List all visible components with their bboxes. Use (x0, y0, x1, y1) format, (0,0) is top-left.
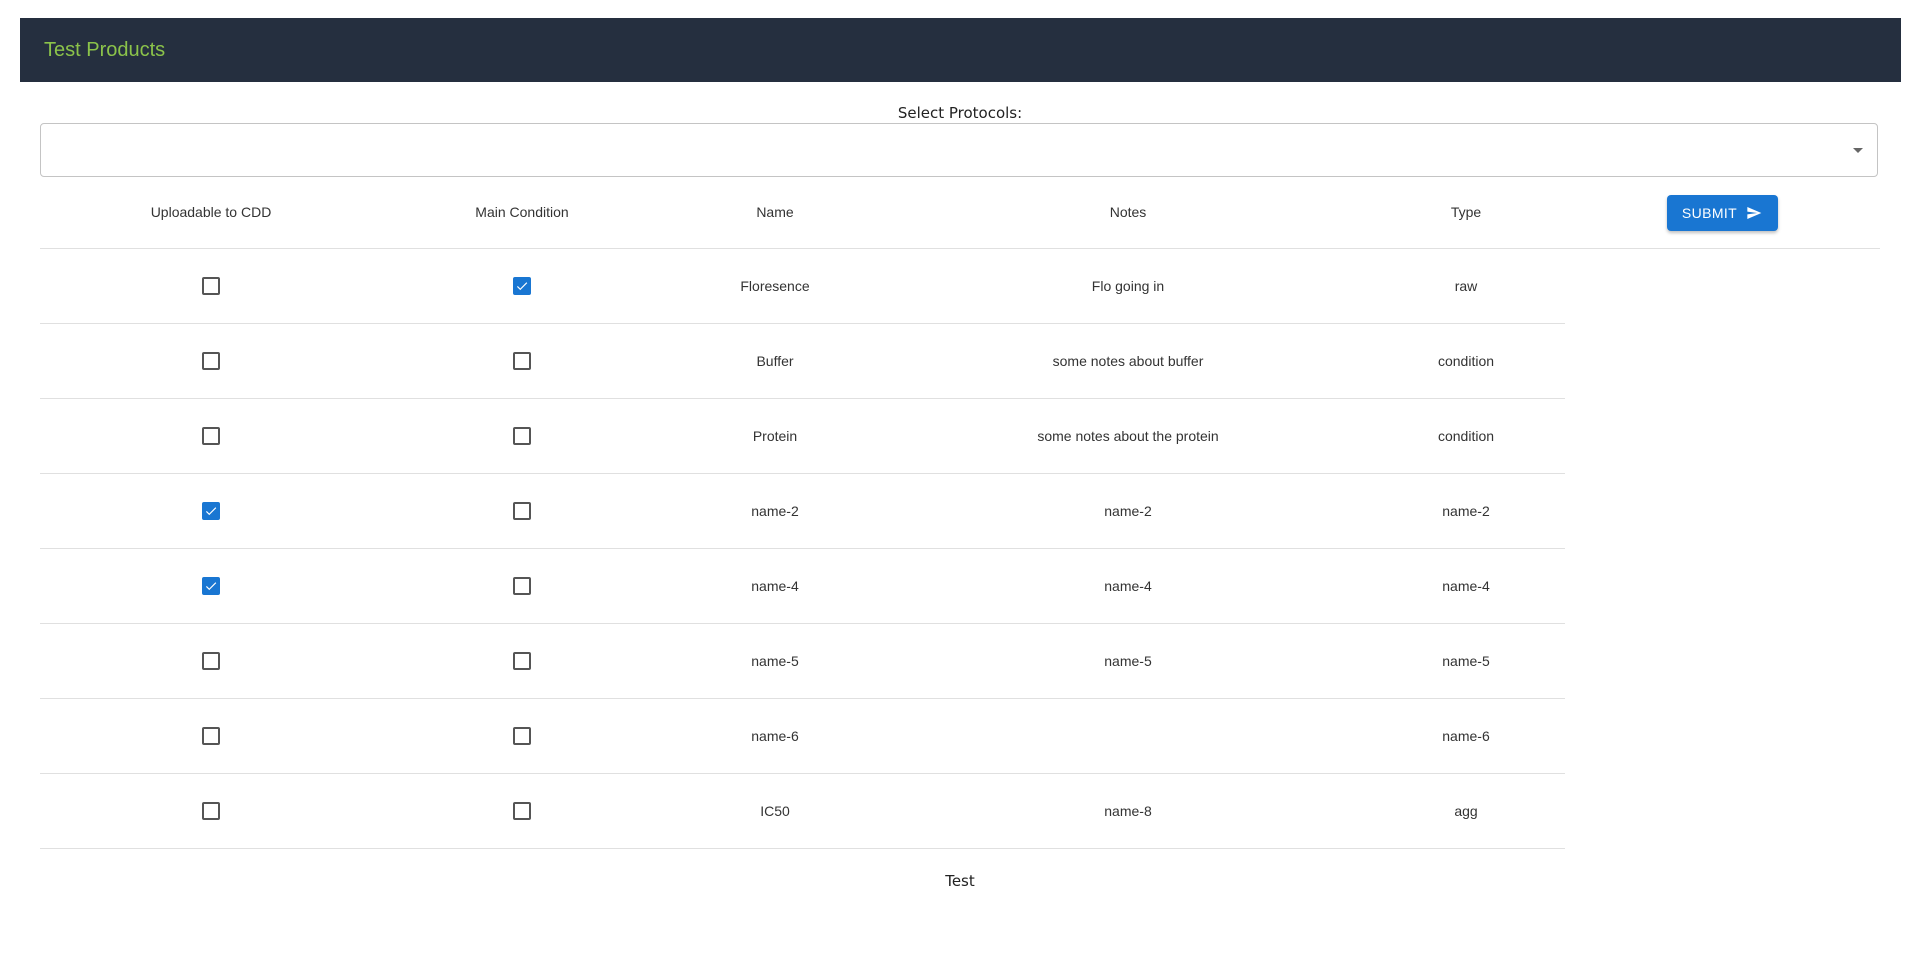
cell-type: raw (1454, 278, 1478, 294)
cell-name: name-4 (751, 578, 799, 594)
protocols-select[interactable] (40, 123, 1878, 177)
uploadable-checkbox[interactable] (202, 727, 220, 745)
uploadable-checkbox[interactable] (202, 502, 220, 520)
table-row: name-5 name-5 name-5 (40, 624, 1565, 699)
uploadable-checkbox[interactable] (202, 577, 220, 595)
cell-name: name-2 (751, 503, 799, 519)
cell-type: name-2 (1442, 503, 1490, 519)
uploadable-checkbox[interactable] (202, 352, 220, 370)
table-row: name-2 name-2 name-2 (40, 474, 1565, 549)
uploadable-checkbox[interactable] (202, 652, 220, 670)
cell-name: name-6 (751, 728, 799, 744)
cell-type: condition (1437, 428, 1495, 444)
cell-type: name-6 (1442, 728, 1490, 744)
cell-notes: name-5 (1104, 653, 1152, 669)
submit-button-label: SUBMIT (1681, 205, 1738, 221)
cell-type: condition (1437, 353, 1495, 369)
uploadable-checkbox[interactable] (202, 277, 220, 295)
main-condition-checkbox[interactable] (513, 352, 531, 370)
table-row: Protein some notes about the protein condi… (40, 399, 1565, 474)
table-row: Buffer some notes about buffer condition (40, 324, 1565, 399)
column-header-notes: Notes (1109, 204, 1147, 220)
main-condition-checkbox[interactable] (513, 652, 531, 670)
cell-name: Protein (752, 428, 798, 444)
uploadable-checkbox[interactable] (202, 802, 220, 820)
cell-notes: name-2 (1104, 503, 1152, 519)
cell-type: name-4 (1442, 578, 1490, 594)
main-condition-checkbox[interactable] (513, 802, 531, 820)
cell-notes: Flo going in (1091, 278, 1165, 294)
cell-name: name-5 (751, 653, 799, 669)
column-header-name: Name (756, 204, 794, 220)
table-body: Floresence Flo going in raw Buffer some note… (40, 249, 1565, 849)
main-condition-checkbox[interactable] (513, 427, 531, 445)
cell-notes: name-4 (1104, 578, 1152, 594)
table-row: name-4 name-4 name-4 (40, 549, 1565, 624)
submit-button[interactable]: SUBMIT (1667, 195, 1778, 231)
cell-name: Floresence (740, 278, 810, 294)
table-header: Uploadable to CDD Main Condition Name No… (40, 190, 1880, 249)
cell-name: Buffer (756, 353, 794, 369)
main-condition-checkbox[interactable] (513, 277, 531, 295)
cell-type: agg (1454, 803, 1478, 819)
cell-notes: name-8 (1104, 803, 1152, 819)
cell-notes: some notes about the protein (1037, 428, 1219, 444)
footer-text: Test (945, 872, 975, 890)
protocols-label: Select Protocols: (897, 104, 1023, 122)
app-title: Test Products (44, 38, 166, 61)
column-header-uploadable: Uploadable to CDD (150, 204, 272, 220)
uploadable-checkbox[interactable] (202, 427, 220, 445)
table-row: name-6 name-6 (40, 699, 1565, 774)
column-header-main-condition: Main Condition (475, 204, 569, 220)
arrow-drop-down-icon[interactable] (1853, 148, 1863, 153)
app-bar: Test Products (20, 18, 1901, 82)
main-condition-checkbox[interactable] (513, 502, 531, 520)
main-condition-checkbox[interactable] (513, 577, 531, 595)
table-row: IC50 name-8 agg (40, 774, 1565, 849)
cell-notes: some notes about buffer (1052, 353, 1204, 369)
cell-name: IC50 (760, 803, 790, 819)
main-condition-checkbox[interactable] (513, 727, 531, 745)
column-header-type: Type (1450, 204, 1482, 220)
table-row: Floresence Flo going in raw (40, 249, 1565, 324)
cell-type: name-5 (1442, 653, 1490, 669)
send-icon (1747, 207, 1762, 219)
